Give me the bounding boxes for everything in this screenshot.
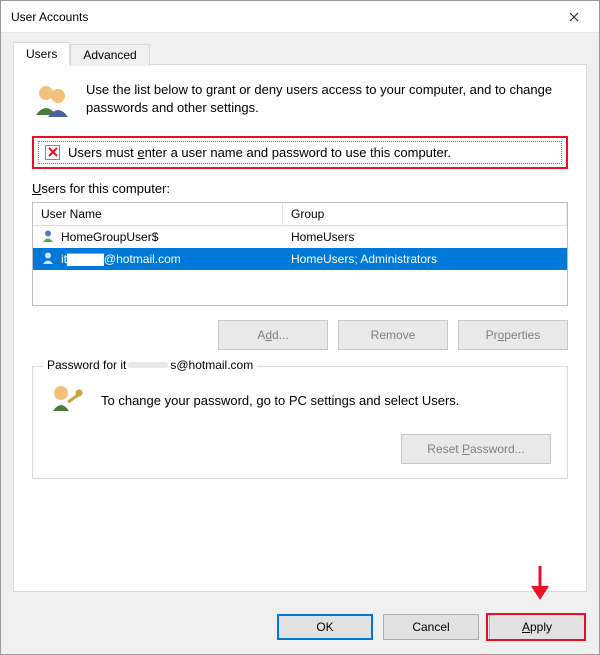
users-listview[interactable]: User Name Group HomeGroupUser$ HomeUsers: [32, 202, 568, 306]
must-enter-credentials-row[interactable]: Users must enter a user name and passwor…: [38, 141, 562, 164]
password-instruction: To change your password, go to PC settin…: [101, 393, 459, 408]
cell-group: HomeUsers: [291, 230, 354, 244]
apply-button[interactable]: Apply: [489, 614, 585, 640]
users-list-label: Users for this computer:: [32, 181, 568, 196]
cancel-button[interactable]: Cancel: [383, 614, 479, 640]
remove-button[interactable]: Remove: [338, 320, 448, 350]
x-check-icon: [48, 145, 58, 160]
client-area: Users Advanced Use the list below to gra…: [1, 33, 599, 604]
user-icon: [41, 251, 55, 268]
tab-advanced[interactable]: Advanced: [70, 44, 149, 66]
users-icon: [32, 81, 72, 124]
dialog-footer: OK Cancel Apply: [1, 604, 599, 654]
table-row[interactable]: it▇▇▇▇@hotmail.com HomeUsers; Administra…: [33, 248, 567, 270]
user-buttons-row: Add... Remove Properties: [32, 320, 568, 350]
key-icon: [49, 381, 85, 420]
tab-panel-users: Use the list below to grant or deny user…: [13, 64, 587, 592]
cell-username: it▇▇▇▇@hotmail.com: [61, 252, 181, 266]
password-groupbox: Password for its@hotmail.com To change y…: [32, 366, 568, 479]
titlebar: User Accounts: [1, 1, 599, 33]
ok-button[interactable]: OK: [277, 614, 373, 640]
col-group[interactable]: Group: [283, 203, 567, 226]
col-username[interactable]: User Name: [33, 203, 283, 226]
tab-users[interactable]: Users: [13, 42, 70, 65]
password-groupbox-legend: Password for its@hotmail.com: [43, 358, 257, 372]
add-button[interactable]: Add...: [218, 320, 328, 350]
must-enter-credentials-label: Users must enter a user name and passwor…: [68, 145, 451, 160]
cell-group: HomeUsers; Administrators: [291, 252, 437, 266]
close-icon: [569, 9, 579, 25]
tabstrip: Users Advanced: [13, 41, 587, 64]
list-header: User Name Group: [33, 203, 567, 226]
annotation-highlight-checkbox: Users must enter a user name and passwor…: [32, 136, 568, 169]
intro-text: Use the list below to grant or deny user…: [86, 81, 568, 116]
must-enter-credentials-checkbox[interactable]: [45, 145, 60, 160]
user-icon: [41, 229, 55, 246]
intro-row: Use the list below to grant or deny user…: [32, 81, 568, 124]
window-title: User Accounts: [11, 10, 88, 24]
properties-button[interactable]: Properties: [458, 320, 568, 350]
user-accounts-window: User Accounts Users Advanced: [0, 0, 600, 655]
close-button[interactable]: [551, 2, 597, 32]
cell-username: HomeGroupUser$: [61, 230, 158, 244]
reset-password-button[interactable]: Reset Password...: [401, 434, 551, 464]
table-row[interactable]: HomeGroupUser$ HomeUsers: [33, 226, 567, 248]
